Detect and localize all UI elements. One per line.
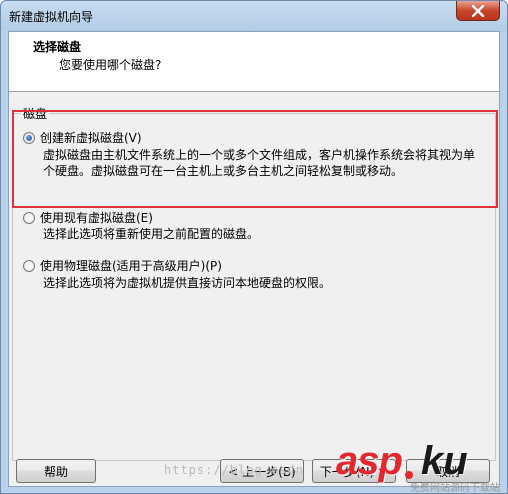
help-button[interactable]: 帮助 — [16, 459, 96, 483]
watermark-logo-ku: ku — [421, 439, 468, 483]
close-button[interactable] — [456, 1, 500, 21]
option-description: 选择此选项将重新使用之前配置的磁盘。 — [43, 227, 260, 241]
option-label: 创建新虚拟磁盘(V) — [40, 131, 142, 145]
page-title: 选择磁盘 — [33, 40, 82, 54]
radio-use-physical-disk[interactable] — [23, 260, 35, 272]
option-use-physical-disk[interactable]: 使用物理磁盘(适用于高级用户)(P) 选择此选项将为虚拟机提供直接访问本地硬盘的… — [21, 256, 491, 296]
option-label: 使用现有虚拟磁盘(E) — [40, 211, 153, 225]
watermark-logo-dot — [405, 471, 413, 479]
wizard-header: 选择磁盘 您要使用哪个磁盘? — [9, 32, 499, 92]
option-label: 使用物理磁盘(适用于高级用户)(P) — [40, 259, 222, 273]
watermark-url: https://blog.csdn — [164, 463, 304, 477]
option-description: 选择此选项将为虚拟机提供直接访问本地硬盘的权限。 — [43, 276, 332, 290]
option-description: 虚拟磁盘由主机文件系统上的一个或多个文件组成，客户机操作系统会将其视为单 — [43, 148, 476, 162]
page-subtitle: 您要使用哪个磁盘? — [59, 58, 162, 72]
wizard-window: 新建虚拟机向导 选择磁盘 您要使用哪个磁盘? 磁盘 创建新虚拟磁盘(V) 虚拟磁… — [0, 0, 508, 494]
window-title: 新建虚拟机向导 — [9, 10, 94, 24]
close-icon — [471, 4, 485, 17]
radio-create-new-disk[interactable] — [23, 132, 35, 144]
option-create-new-disk[interactable]: 创建新虚拟磁盘(V) 虚拟磁盘由主机文件系统上的一个或多个文件组成，客户机操作系… — [21, 128, 491, 188]
wizard-client-area: 选择磁盘 您要使用哪个磁盘? 磁盘 创建新虚拟磁盘(V) 虚拟磁盘由主机文件系统… — [8, 31, 500, 487]
title-bar[interactable]: 新建虚拟机向导 — [1, 1, 507, 31]
watermark-tagline: 免费网站源码下载站 — [410, 483, 500, 494]
disk-group-legend: 磁盘 — [21, 105, 50, 122]
option-description: 个硬盘。虚拟磁盘可在一台主机上或多台主机之间轻松复制或移动。 — [43, 164, 404, 178]
watermark-logo-asp: asp — [336, 439, 403, 483]
option-use-existing-disk[interactable]: 使用现有虚拟磁盘(E) 选择此选项将重新使用之前配置的磁盘。 — [21, 208, 491, 248]
radio-use-existing-disk[interactable] — [23, 212, 35, 224]
